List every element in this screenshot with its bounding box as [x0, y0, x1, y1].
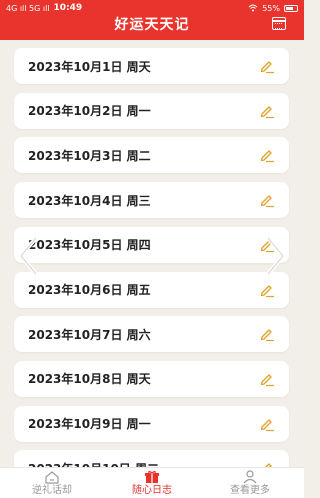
- tab-home-label: 逆礼话却: [32, 485, 72, 496]
- status-time: 10:49: [53, 3, 83, 13]
- tab-diary-label: 随心日志: [132, 485, 172, 496]
- status-right: 55%: [248, 4, 298, 13]
- status-left: 4G ıll 5G ıll 10:49: [6, 3, 82, 13]
- diary-entry-card[interactable]: 2023年10月6日 周五: [14, 271, 289, 308]
- entry-date-label: 2023年10月1日 周天: [28, 59, 151, 74]
- diary-entry-card[interactable]: 2023年10月8日 周天: [14, 360, 289, 397]
- diary-entry-card[interactable]: 2023年10月7日 周六: [14, 316, 289, 353]
- diary-entry-card[interactable]: 2023年10月2日 周一: [14, 92, 289, 129]
- diary-entry-card[interactable]: 2023年10月1日 周天: [14, 48, 289, 84]
- entry-date-label: 2023年10月9日 周一: [28, 417, 151, 432]
- gift-icon: [145, 470, 159, 483]
- diary-entry-card[interactable]: 2023年10月4日 周三: [14, 182, 289, 219]
- entry-date-label: 2023年10月5日 周四: [28, 238, 151, 253]
- diary-entry-card[interactable]: 2023年10月9日 周一: [14, 405, 289, 442]
- tab-diary[interactable]: 随心日志: [112, 470, 192, 497]
- edit-pencil-icon[interactable]: [259, 282, 275, 298]
- battery-icon: [284, 4, 298, 12]
- entry-date-label: 2023年10月4日 周三: [28, 193, 151, 208]
- edit-pencil-icon[interactable]: [259, 371, 275, 387]
- chevron-right-icon[interactable]: [264, 236, 286, 276]
- edit-pencil-icon[interactable]: [259, 326, 275, 342]
- diary-entry-card[interactable]: 2023年10月5日 周四: [14, 226, 289, 263]
- signal-indicators: 4G ıll 5G ıll: [6, 3, 50, 13]
- diary-entry-card[interactable]: 2023年10月3日 周二: [14, 137, 289, 174]
- edit-pencil-icon[interactable]: [259, 103, 275, 119]
- tab-home[interactable]: 逆礼话却: [12, 470, 92, 497]
- tab-profile[interactable]: 查看更多: [210, 470, 290, 497]
- home-icon: [45, 471, 59, 484]
- page-title: 好运天天记: [114, 17, 190, 33]
- entry-date-label: 2023年10月6日 周五: [28, 283, 151, 297]
- chevron-left-icon[interactable]: [18, 236, 40, 276]
- header-bar: 4G ıll 5G ıll 10:49 55% 好运天天记: [0, 0, 304, 40]
- tab-profile-label: 查看更多: [230, 485, 270, 496]
- entry-date-label: 2023年10月7日 周六: [28, 327, 151, 342]
- edit-pencil-icon[interactable]: [259, 192, 275, 208]
- person-icon: [243, 470, 257, 484]
- edit-pencil-icon[interactable]: [259, 147, 275, 163]
- entry-date-label: 2023年10月3日 周二: [28, 148, 151, 163]
- calendar-icon[interactable]: [272, 17, 286, 30]
- edit-pencil-icon[interactable]: [259, 416, 275, 432]
- entry-date-label: 2023年10月8日 周天: [28, 372, 151, 387]
- battery-percent: 55%: [262, 3, 280, 13]
- edit-pencil-icon[interactable]: [259, 58, 275, 74]
- app-screen: 4G ıll 5G ıll 10:49 55% 好运天天记 2023年10月1日…: [0, 0, 304, 498]
- wifi-icon: [248, 4, 258, 12]
- bottom-tab-bar: 逆礼话却 随心日志 查看更多: [0, 467, 304, 498]
- entry-date-label: 2023年10月2日 周一: [28, 104, 151, 119]
